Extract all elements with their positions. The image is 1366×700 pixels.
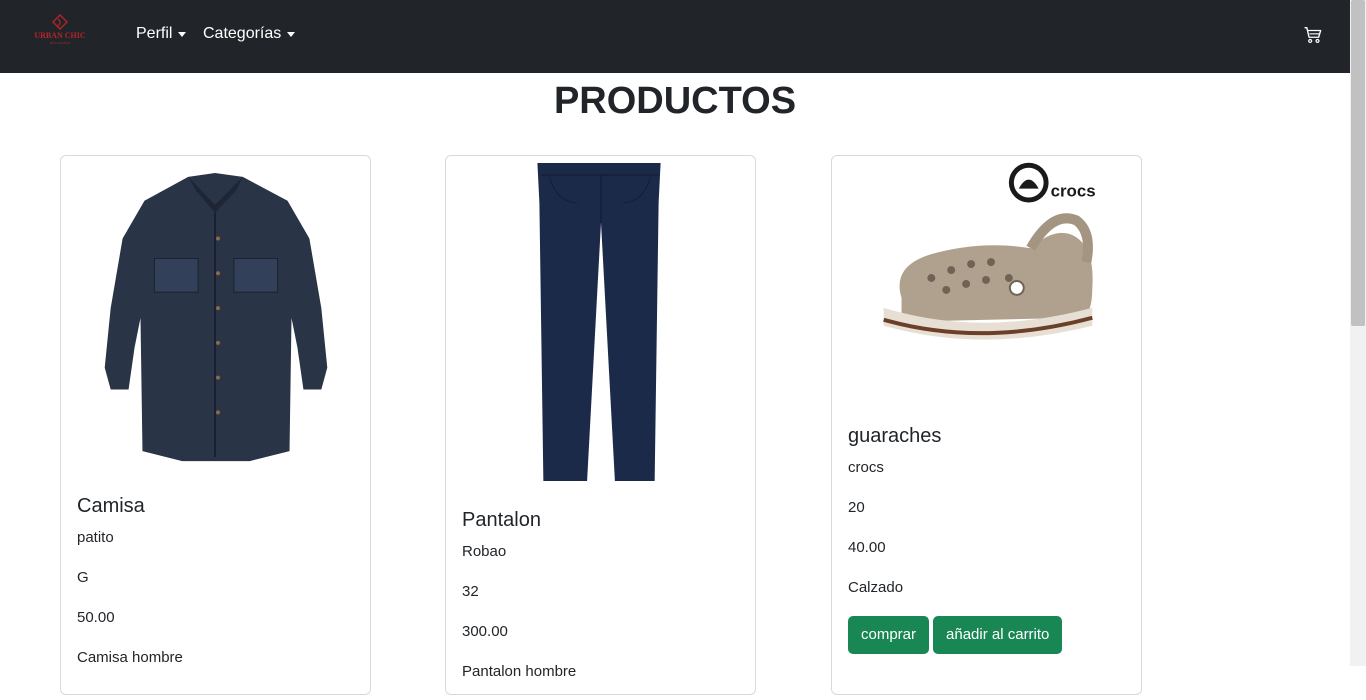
product-image-clog: crocs bbox=[883, 162, 1096, 340]
product-image-pants bbox=[537, 163, 661, 481]
nav-perfil-label: Perfil bbox=[136, 25, 173, 42]
product-brand: patito bbox=[77, 529, 114, 546]
nav-categorias-label: Categorías bbox=[203, 25, 282, 42]
brand-logo[interactable]: URBAN CHIC ES TU ESTILO bbox=[22, 13, 98, 45]
buy-button[interactable]: comprar bbox=[848, 616, 930, 654]
product-price: 300.00 bbox=[462, 623, 508, 640]
product-card-guaraches: crocs guaraches crocs 20 40.00 Calzado c… bbox=[831, 155, 1142, 695]
product-size: 20 bbox=[848, 499, 865, 516]
chevron-down-icon bbox=[178, 31, 187, 37]
scrollbar-thumb[interactable] bbox=[1351, 0, 1365, 326]
product-category: Pantalon hombre bbox=[462, 663, 577, 680]
chevron-down-icon bbox=[287, 31, 296, 37]
product-size: G bbox=[77, 569, 89, 586]
product-brand: crocs bbox=[848, 459, 884, 476]
product-price: 50.00 bbox=[77, 609, 115, 626]
product-size: 32 bbox=[462, 583, 479, 600]
product-card-camisa: Camisa patito G 50.00 Camisa hombre bbox=[60, 155, 371, 695]
card-body: guaraches crocs 20 40.00 Calzado comprar… bbox=[848, 424, 1125, 654]
nav-categorias-dropdown[interactable]: Categorías bbox=[203, 24, 296, 44]
svg-text:URBAN CHIC: URBAN CHIC bbox=[34, 31, 86, 40]
product-brand: Robao bbox=[462, 543, 507, 560]
card-body: Camisa patito G 50.00 Camisa hombre bbox=[77, 494, 354, 686]
cart-icon[interactable] bbox=[1304, 26, 1322, 44]
page-title: PRODUCTOS bbox=[553, 80, 797, 122]
svg-text:crocs: crocs bbox=[1051, 182, 1096, 201]
product-image-shirt bbox=[104, 172, 328, 462]
card-actions: comprar añadir al carrito bbox=[848, 616, 1125, 654]
product-name: Pantalon bbox=[462, 509, 541, 531]
nav-perfil-dropdown[interactable]: Perfil bbox=[136, 24, 187, 44]
card-body: Pantalon Robao 32 300.00 Pantalon hombre bbox=[462, 508, 739, 700]
product-card-pantalon: Pantalon Robao 32 300.00 Pantalon hombre bbox=[445, 155, 756, 695]
add-to-cart-button[interactable]: añadir al carrito bbox=[933, 616, 1063, 654]
product-name: guaraches bbox=[848, 425, 942, 447]
product-price: 40.00 bbox=[848, 539, 886, 556]
product-category: Camisa hombre bbox=[77, 649, 183, 666]
navbar: URBAN CHIC ES TU ESTILO Perfil Categoría… bbox=[0, 0, 1350, 73]
product-name: Camisa bbox=[77, 495, 145, 517]
product-category: Calzado bbox=[848, 579, 904, 596]
svg-text:ES TU ESTILO: ES TU ESTILO bbox=[50, 41, 71, 45]
